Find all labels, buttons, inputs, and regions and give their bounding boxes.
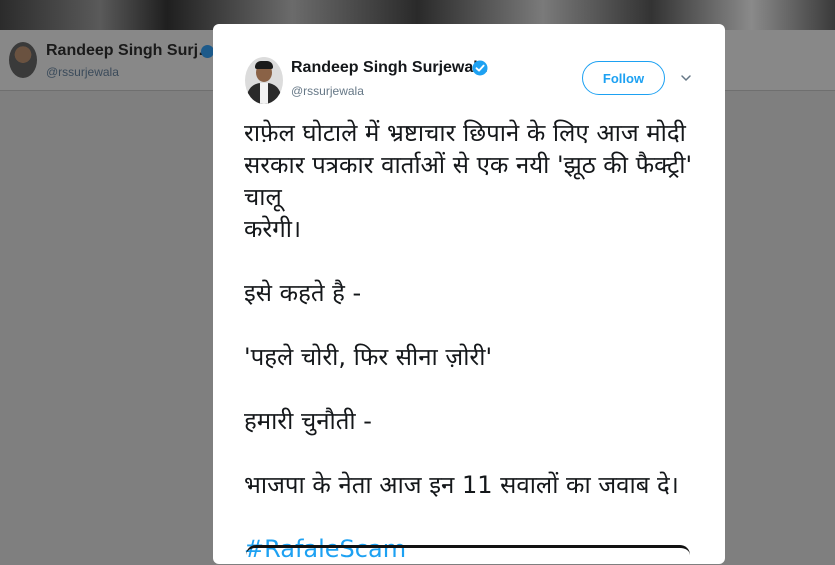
background-profile-name: Randeep Singh Surj…: [46, 42, 215, 59]
tweet-paragraph: इसे कहते है -: [244, 279, 362, 307]
author-avatar[interactable]: [245, 57, 283, 104]
tweet-modal: Randeep Singh Surjewala @rssurjewala Fol…: [213, 24, 725, 564]
follow-button[interactable]: Follow: [582, 61, 665, 95]
author-handle[interactable]: @rssurjewala: [291, 84, 364, 98]
tweet-line: सरकार पत्रकार वार्ताओं से एक नयी 'झूठ की…: [244, 151, 693, 211]
author-name[interactable]: Randeep Singh Surjewala: [291, 59, 487, 77]
tweet-paragraph: भाजपा के नेता आज इन 11 सवालों का जवाब दे…: [244, 471, 679, 499]
background-profile-handle: @rssurjewala: [46, 65, 119, 79]
tweet-paragraph: 'पहले चोरी, फिर सीना ज़ोरी': [244, 343, 493, 371]
tweet-line: करेगी।: [244, 215, 302, 243]
verified-badge-icon: [472, 60, 488, 76]
chevron-down-icon[interactable]: [679, 72, 693, 84]
background-avatar: [9, 42, 37, 78]
tweet-paragraph: हमारी चुनौती -: [244, 407, 372, 435]
tweet-line: राफ़ेल घोटाले में भ्रष्टाचार छिपाने के ल…: [244, 119, 686, 147]
tweet-text: राफ़ेल घोटाले में भ्रष्टाचार छिपाने के ल…: [244, 117, 714, 565]
